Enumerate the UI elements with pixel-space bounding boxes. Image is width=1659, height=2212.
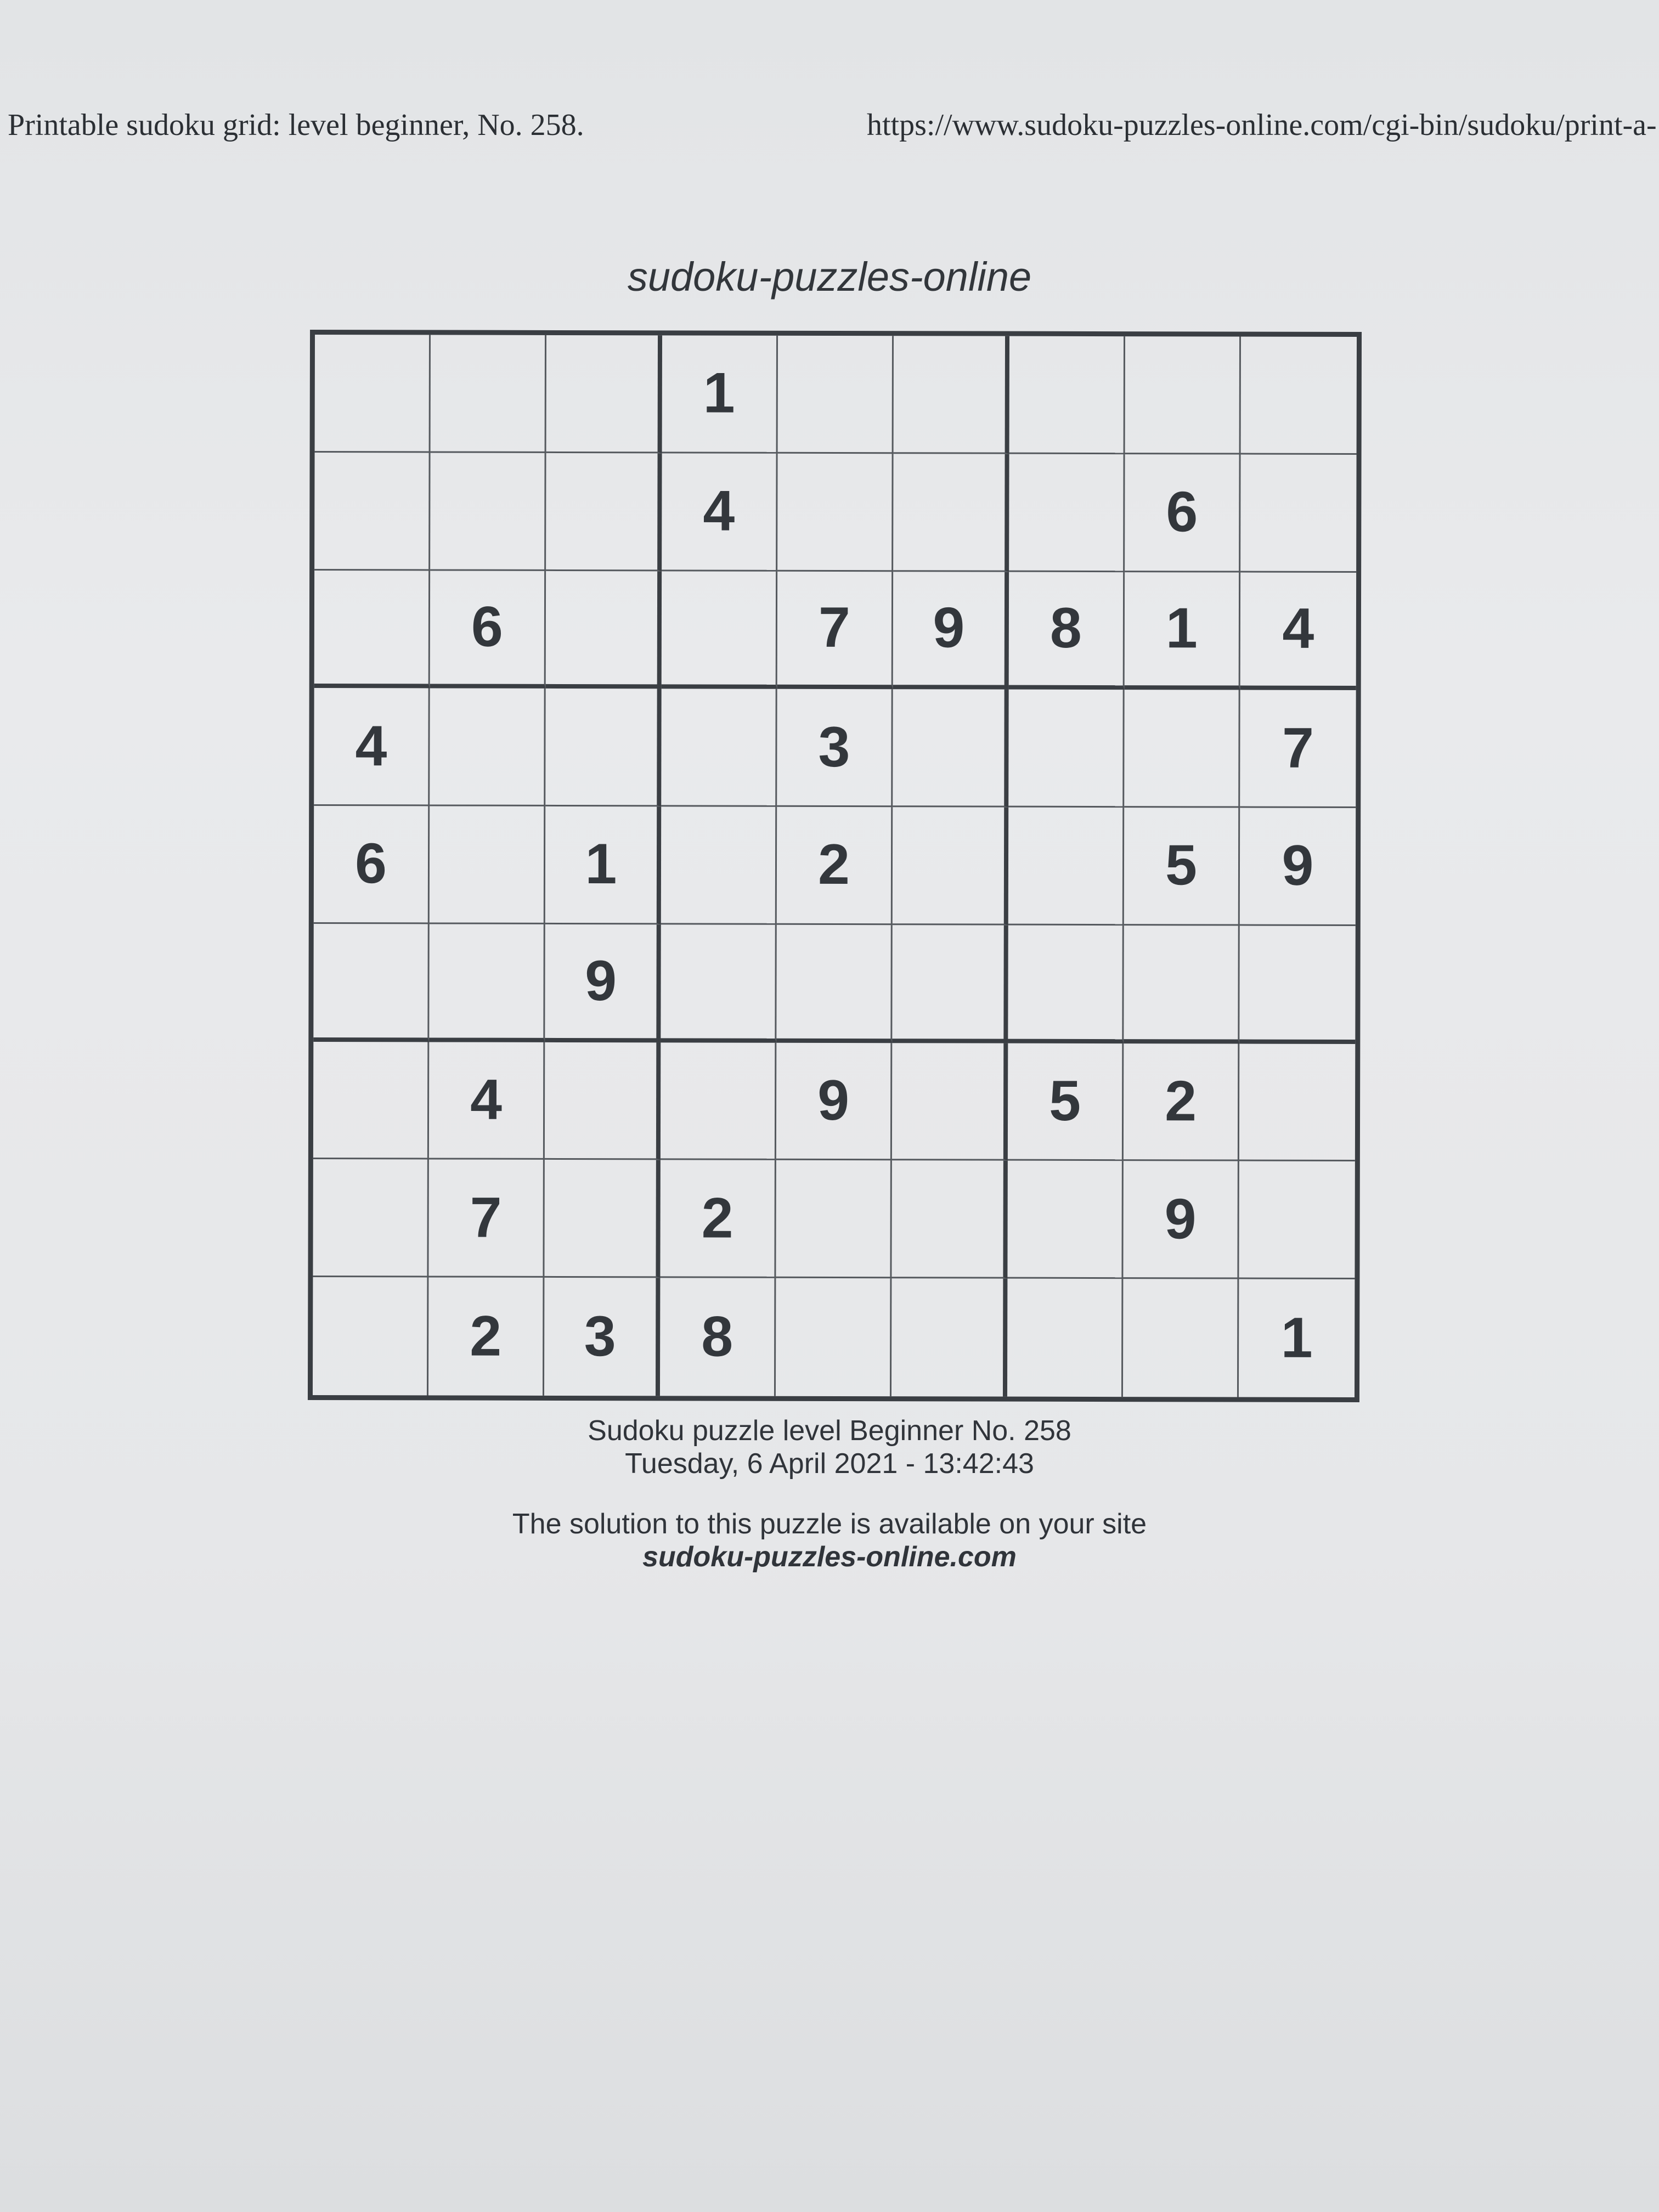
sudoku-cell-r6-c4: [661, 924, 777, 1043]
site-title: sudoku-puzzles-online: [627, 254, 1032, 300]
sudoku-cell-r8-c7: [1007, 1161, 1124, 1279]
sudoku-cell-r6-c2: [429, 924, 545, 1042]
sudoku-cell-r8-c1: [313, 1159, 429, 1278]
sudoku-cell-r2-c5: [777, 453, 894, 572]
sudoku-cell-r6-c8: [1124, 925, 1240, 1044]
solution-site-name: sudoku-puzzles-online.com: [642, 1541, 1017, 1573]
sudoku-cell-r8-c2: 7: [428, 1159, 545, 1278]
sudoku-cell-r5-c8: 5: [1124, 808, 1240, 926]
sudoku-cell-r5-c9: 9: [1239, 808, 1356, 926]
print-header-title: Printable sudoku grid: level beginner, N…: [8, 108, 584, 142]
sudoku-cell-r5-c4: [661, 806, 777, 925]
sudoku-cell-r2-c9: [1240, 454, 1357, 573]
puzzle-date-caption: Tuesday, 6 April 2021 - 13:42:43: [625, 1448, 1034, 1480]
sudoku-cell-r9-c1: [312, 1277, 429, 1396]
sudoku-cell-r6-c1: [313, 923, 430, 1042]
sudoku-cell-r7-c3: [544, 1042, 661, 1160]
sudoku-cell-r8-c5: [776, 1160, 892, 1279]
sudoku-cell-r5-c1: 6: [313, 806, 430, 924]
sudoku-cell-r2-c4: 4: [662, 453, 778, 572]
sudoku-cell-r8-c3: [544, 1160, 661, 1278]
sudoku-cell-r4-c7: [1008, 689, 1125, 808]
sudoku-cell-r1-c9: [1240, 336, 1357, 455]
sudoku-cell-r6-c3: 9: [545, 924, 661, 1042]
sudoku-cell-r9-c3: 3: [544, 1278, 661, 1396]
print-header-url: https://www.sudoku-puzzles-online.com/cg…: [867, 108, 1657, 142]
sudoku-cell-r3-c2: 6: [430, 571, 546, 689]
sudoku-cell-r9-c5: [775, 1278, 892, 1397]
sudoku-cell-r9-c7: [1007, 1278, 1124, 1397]
sudoku-cell-r6-c9: [1239, 926, 1356, 1044]
sudoku-cell-r3-c4: [661, 571, 778, 690]
sudoku-cell-r3-c8: 1: [1124, 572, 1241, 690]
sudoku-cell-r9-c8: [1122, 1279, 1239, 1397]
sudoku-cell-r6-c7: [1008, 925, 1124, 1043]
sudoku-cell-r4-c9: 7: [1240, 690, 1356, 809]
sudoku-cell-r8-c6: [891, 1160, 1008, 1279]
sudoku-cell-r7-c2: 4: [428, 1042, 545, 1160]
sudoku-cell-r1-c5: [777, 335, 894, 454]
sudoku-grid: 14667981443761259949527292381: [307, 329, 1362, 1403]
sudoku-cell-r4-c4: [661, 689, 777, 807]
sudoku-cell-r3-c9: 4: [1240, 572, 1357, 691]
sudoku-cell-r4-c3: [545, 689, 662, 807]
sudoku-cell-r6-c5: [776, 924, 893, 1043]
sudoku-cell-r7-c9: [1239, 1043, 1356, 1162]
sudoku-cell-r1-c6: [893, 336, 1010, 454]
sudoku-cell-r1-c3: [546, 335, 663, 454]
sudoku-cell-r3-c7: 8: [1008, 572, 1125, 690]
sudoku-cell-r5-c7: [1008, 807, 1125, 926]
sudoku-cell-r1-c8: [1125, 336, 1242, 455]
sudoku-cell-r7-c8: 2: [1123, 1043, 1240, 1161]
sudoku-cell-r5-c5: 2: [776, 806, 893, 926]
sudoku-cell-r2-c7: [1009, 454, 1125, 572]
sudoku-cell-r1-c1: [314, 335, 431, 453]
sudoku-cell-r8-c4: 2: [660, 1160, 776, 1278]
sudoku-cell-r4-c1: 4: [314, 688, 430, 806]
sudoku-cell-r3-c6: 9: [893, 571, 1009, 690]
sudoku-cell-r7-c7: 5: [1007, 1043, 1124, 1161]
sudoku-cell-r9-c6: [891, 1278, 1008, 1397]
sudoku-cell-r4-c8: [1124, 690, 1240, 808]
solution-note: The solution to this puzzle is available…: [512, 1508, 1147, 1540]
sudoku-cell-r4-c5: 3: [777, 689, 893, 808]
sudoku-cell-r2-c6: [893, 453, 1009, 572]
sudoku-cell-r7-c1: [313, 1041, 430, 1160]
sudoku-cell-r1-c4: 1: [662, 335, 778, 454]
sudoku-cell-r2-c3: [546, 453, 662, 571]
sudoku-cell-r5-c3: 1: [545, 806, 662, 925]
sudoku-cell-r3-c5: 7: [777, 571, 894, 690]
sudoku-cell-r9-c2: 2: [428, 1277, 545, 1396]
sudoku-cell-r1-c2: [430, 335, 547, 453]
sudoku-cell-r7-c5: 9: [776, 1042, 893, 1161]
sudoku-cell-r9-c9: 1: [1280, 1306, 1313, 1370]
sudoku-cell-r5-c2: [429, 806, 546, 924]
printed-page: Printable sudoku grid: level beginner, N…: [0, 0, 1659, 2212]
sudoku-cell-r7-c4: [660, 1042, 777, 1161]
sudoku-cell-r2-c8: 6: [1125, 454, 1241, 573]
sudoku-cell-r4-c6: [893, 689, 1009, 808]
sudoku-cell-r6-c6: [892, 925, 1008, 1043]
sudoku-cell-r3-c1: [314, 570, 431, 689]
sudoku-cell-r9-c4: 8: [659, 1278, 776, 1396]
sudoku-cell-r5-c6: [892, 807, 1009, 926]
sudoku-cell-r3-c3: [545, 571, 662, 689]
sudoku-cell-r7-c6: [891, 1042, 1008, 1161]
sudoku-cell-r1-c7: [1009, 336, 1126, 454]
sudoku-cell-r2-c2: [430, 453, 546, 571]
sudoku-cell-r2-c1: [314, 452, 431, 571]
sudoku-cell-r8-c9: [1239, 1161, 1355, 1280]
sudoku-cell-r8-c8: 9: [1123, 1161, 1239, 1279]
sudoku-cell-r4-c2: [430, 688, 546, 807]
puzzle-level-caption: Sudoku puzzle level Beginner No. 258: [588, 1415, 1071, 1447]
